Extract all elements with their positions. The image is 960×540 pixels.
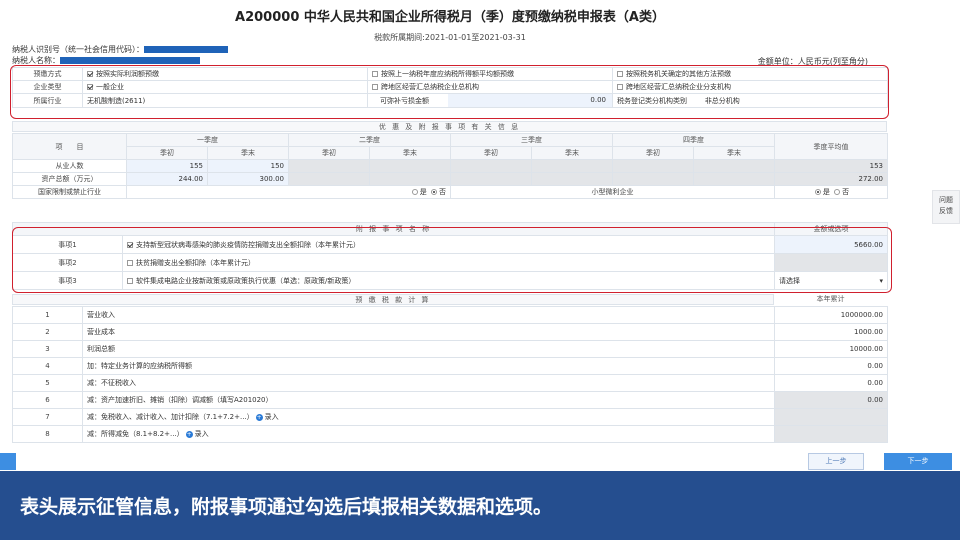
employees-avg: 153 bbox=[774, 159, 888, 173]
calc-row-number: 7 bbox=[12, 408, 83, 426]
calc-row: 1 营业收入 1000000.00 bbox=[12, 306, 888, 324]
calc-row-label: 营业成本 bbox=[82, 323, 775, 341]
avg-header: 季度平均值 bbox=[774, 133, 888, 160]
q4-start-header: 季初 bbox=[612, 146, 694, 160]
assets-avg: 272.00 bbox=[774, 172, 888, 186]
disabled-cell bbox=[369, 172, 451, 186]
feedback-tab[interactable]: 问题 反馈 bbox=[932, 190, 960, 224]
disabled-cell bbox=[693, 172, 775, 186]
calc-row-value[interactable]: 0.00 bbox=[774, 357, 888, 375]
next-step-button[interactable]: 下一步 bbox=[884, 453, 952, 470]
calc-table: 1 营业收入 1000000.00 2 营业成本 1000.00 3 利润总额 10000.00… bbox=[12, 306, 888, 443]
calc-section-bar: 预 缴 税 款 计 算 bbox=[12, 294, 774, 305]
disabled-cell bbox=[450, 159, 532, 173]
restricted-radio-group: 是 否 bbox=[126, 185, 451, 199]
form-title: A200000 中华人民共和国企业所得税月（季）度预缴纳税申报表（A类） bbox=[235, 10, 665, 25]
disabled-cell bbox=[693, 159, 775, 173]
calc-row-label: 营业收入 bbox=[82, 306, 775, 324]
calc-row-number: 2 bbox=[12, 323, 83, 341]
small-enterprise-label: 小型微利企业 bbox=[450, 185, 775, 199]
employees-end-input[interactable]: 150 bbox=[207, 159, 289, 173]
disabled-cell bbox=[612, 159, 694, 173]
q3-end-header: 季末 bbox=[531, 146, 613, 160]
calc-row-value bbox=[774, 425, 888, 443]
q4-end-header: 季末 bbox=[693, 146, 775, 160]
disabled-cell bbox=[531, 172, 613, 186]
left-edge-button[interactable] bbox=[0, 453, 16, 470]
calc-row-label: 加：特定业务计算的应纳税所得额 bbox=[82, 357, 775, 375]
small-enterprise-radio-group: 是 否 bbox=[774, 185, 888, 199]
calc-row-number: 4 bbox=[12, 357, 83, 375]
calc-row-value[interactable]: 10000.00 bbox=[774, 340, 888, 358]
q1-start-header: 季初 bbox=[126, 146, 208, 160]
disabled-cell bbox=[612, 172, 694, 186]
radio-no-icon[interactable] bbox=[834, 189, 841, 195]
calc-row-number: 1 bbox=[12, 306, 83, 324]
tax-period: 税款所属期间:2021-01-01至2021-03-31 bbox=[374, 33, 526, 42]
q2-header: 二季度 bbox=[288, 133, 451, 147]
taxpayer-name-label: 纳税人名称： bbox=[12, 56, 60, 65]
redacted-taxpayer-name bbox=[60, 57, 200, 64]
q2-start-header: 季初 bbox=[288, 146, 370, 160]
redacted-taxpayer-id bbox=[144, 46, 228, 53]
calc-row-value[interactable]: 1000000.00 bbox=[774, 306, 888, 324]
prev-step-button[interactable]: 上一步 bbox=[808, 453, 864, 470]
calc-row: 8 减：所得减免（8.1+8.2+...） + 录入 bbox=[12, 425, 888, 443]
calc-row-label: 减：所得减免（8.1+8.2+...） + 录入 bbox=[82, 425, 775, 443]
taxpayer-id-row: 纳税人识别号（统一社会信用代码）： bbox=[12, 44, 228, 55]
employees-label: 从业人数 bbox=[12, 159, 127, 173]
disabled-cell bbox=[288, 159, 370, 173]
calc-row: 5 减：不征税收入 0.00 bbox=[12, 374, 888, 392]
assets-label: 资产总额（万元） bbox=[12, 172, 127, 186]
radio-no-icon[interactable] bbox=[431, 189, 437, 195]
calc-row-number: 6 bbox=[12, 391, 83, 409]
q4-header: 四季度 bbox=[612, 133, 775, 147]
calc-row: 6 减：资产加速折旧、摊销（扣除）调减额（填写A201020） 0.00 bbox=[12, 391, 888, 409]
q3-start-header: 季初 bbox=[450, 146, 532, 160]
q1-end-header: 季末 bbox=[207, 146, 289, 160]
add-icon[interactable]: + bbox=[185, 430, 193, 438]
taxpayer-id-label: 纳税人识别号（统一社会信用代码）： bbox=[12, 45, 144, 54]
restricted-label: 国家限制或禁止行业 bbox=[12, 185, 127, 199]
cumulative-header: 本年累计 bbox=[816, 295, 845, 303]
disabled-cell bbox=[531, 159, 613, 173]
assets-start-input[interactable]: 244.00 bbox=[126, 172, 208, 186]
calc-row: 7 减：免税收入、减计收入、加计扣除（7.1+7.2+...） + 录入 bbox=[12, 408, 888, 426]
radio-yes-icon[interactable] bbox=[814, 189, 821, 195]
disabled-cell bbox=[369, 159, 451, 173]
disabled-cell bbox=[450, 172, 532, 186]
calc-row-value bbox=[774, 408, 888, 426]
calc-row: 2 营业成本 1000.00 bbox=[12, 323, 888, 341]
caption-banner: 表头展示征管信息，附报事项通过勾选后填报相关数据和选项。 bbox=[0, 471, 960, 540]
calc-row-number: 5 bbox=[12, 374, 83, 392]
disabled-cell bbox=[288, 172, 370, 186]
attached-highlight-box bbox=[12, 227, 892, 293]
employees-start-input[interactable]: 155 bbox=[126, 159, 208, 173]
q1-header: 一季度 bbox=[126, 133, 289, 147]
item-header: 项 目 bbox=[12, 133, 127, 160]
assets-end-input[interactable]: 300.00 bbox=[207, 172, 289, 186]
calc-row: 4 加：特定业务计算的应纳税所得额 0.00 bbox=[12, 357, 888, 375]
header-highlight-box bbox=[10, 65, 889, 119]
radio-yes-icon[interactable] bbox=[411, 189, 418, 195]
calc-row-label: 减：不征税收入 bbox=[82, 374, 775, 392]
preferential-table: 项 目 一季度 二季度 三季度 四季度 季度平均值 季初 季末 季初 季末 季初… bbox=[12, 133, 888, 199]
add-icon[interactable]: + bbox=[255, 413, 263, 421]
calc-row-label: 减：免税收入、减计收入、加计扣除（7.1+7.2+...） + 录入 bbox=[82, 408, 775, 426]
calc-row-value[interactable]: 0.00 bbox=[774, 374, 888, 392]
calc-row-number: 8 bbox=[12, 425, 83, 443]
preferential-section-bar: 优 惠 及 附 报 事 项 有 关 信 息 bbox=[12, 121, 887, 132]
calc-row-value: 0.00 bbox=[774, 391, 888, 409]
q2-end-header: 季末 bbox=[369, 146, 451, 160]
calc-row-number: 3 bbox=[12, 340, 83, 358]
calc-row-value[interactable]: 1000.00 bbox=[774, 323, 888, 341]
calc-row-label: 减：资产加速折旧、摊销（扣除）调减额（填写A201020） bbox=[82, 391, 775, 409]
calc-row-label: 利润总额 bbox=[82, 340, 775, 358]
calc-row: 3 利润总额 10000.00 bbox=[12, 340, 888, 358]
q3-header: 三季度 bbox=[450, 133, 613, 147]
